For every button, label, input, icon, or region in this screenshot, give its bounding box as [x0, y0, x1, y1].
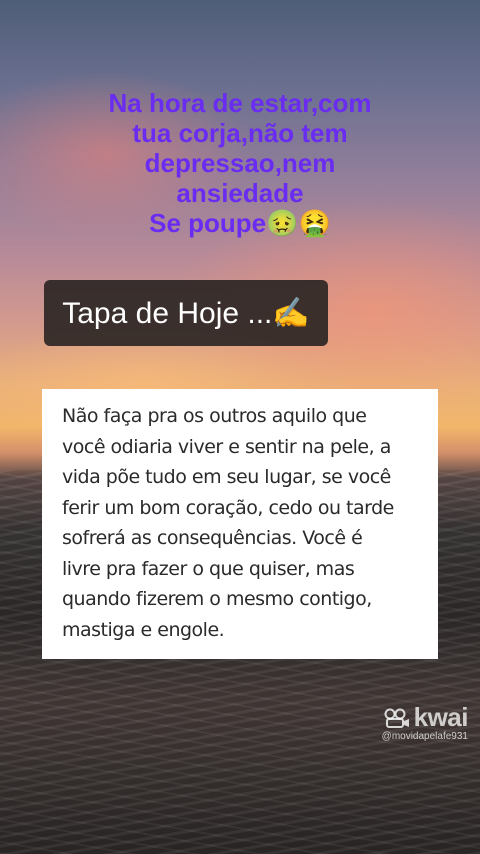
quote-card: Não faça pra os outros aquilo que você o…	[42, 389, 438, 659]
headline-line: depressao,nem	[144, 148, 336, 178]
quote-line: vida põe tudo em seu lugar, se você	[62, 466, 391, 488]
quote-line: mastiga e engole.	[62, 618, 225, 641]
headline-line: tua corja,não tem	[132, 118, 348, 148]
kwai-brand-text: kwai	[413, 702, 469, 732]
kwai-logo: kwai	[384, 702, 469, 733]
quote-text: Não faça pra os outros aquilo que você o…	[62, 401, 418, 645]
kwai-watermark: kwai @movidapelafe931	[381, 702, 469, 742]
quote-line: você odiaria viver e sentir na pele, a	[62, 435, 391, 458]
badge-label: Tapa de Hoje ...✍️	[62, 296, 310, 330]
quote-line: Não faça pra os outros aquilo que	[62, 405, 367, 427]
headline-line: Na hora de estar,com	[108, 88, 372, 118]
quote-line: quando fizerem o mesmo contigo,	[62, 588, 372, 610]
quote-line: livre pra fazer o que quiser, mas	[62, 557, 355, 580]
creator-handle: @movidapelafe931	[381, 731, 468, 742]
headline-text: Na hora de estar,com tua corja,não tem d…	[40, 88, 440, 238]
tapa-de-hoje-badge: Tapa de Hoje ...✍️	[44, 280, 328, 346]
headline-line: Se poupe🤢🤮	[149, 208, 331, 238]
quote-line: sofrerá as consequências. Você é	[62, 527, 363, 549]
headline-line: ansiedade	[176, 178, 304, 208]
quote-line: ferir um bom coração, cedo ou tarde	[62, 496, 394, 519]
kwai-logo-icon	[384, 708, 409, 728]
